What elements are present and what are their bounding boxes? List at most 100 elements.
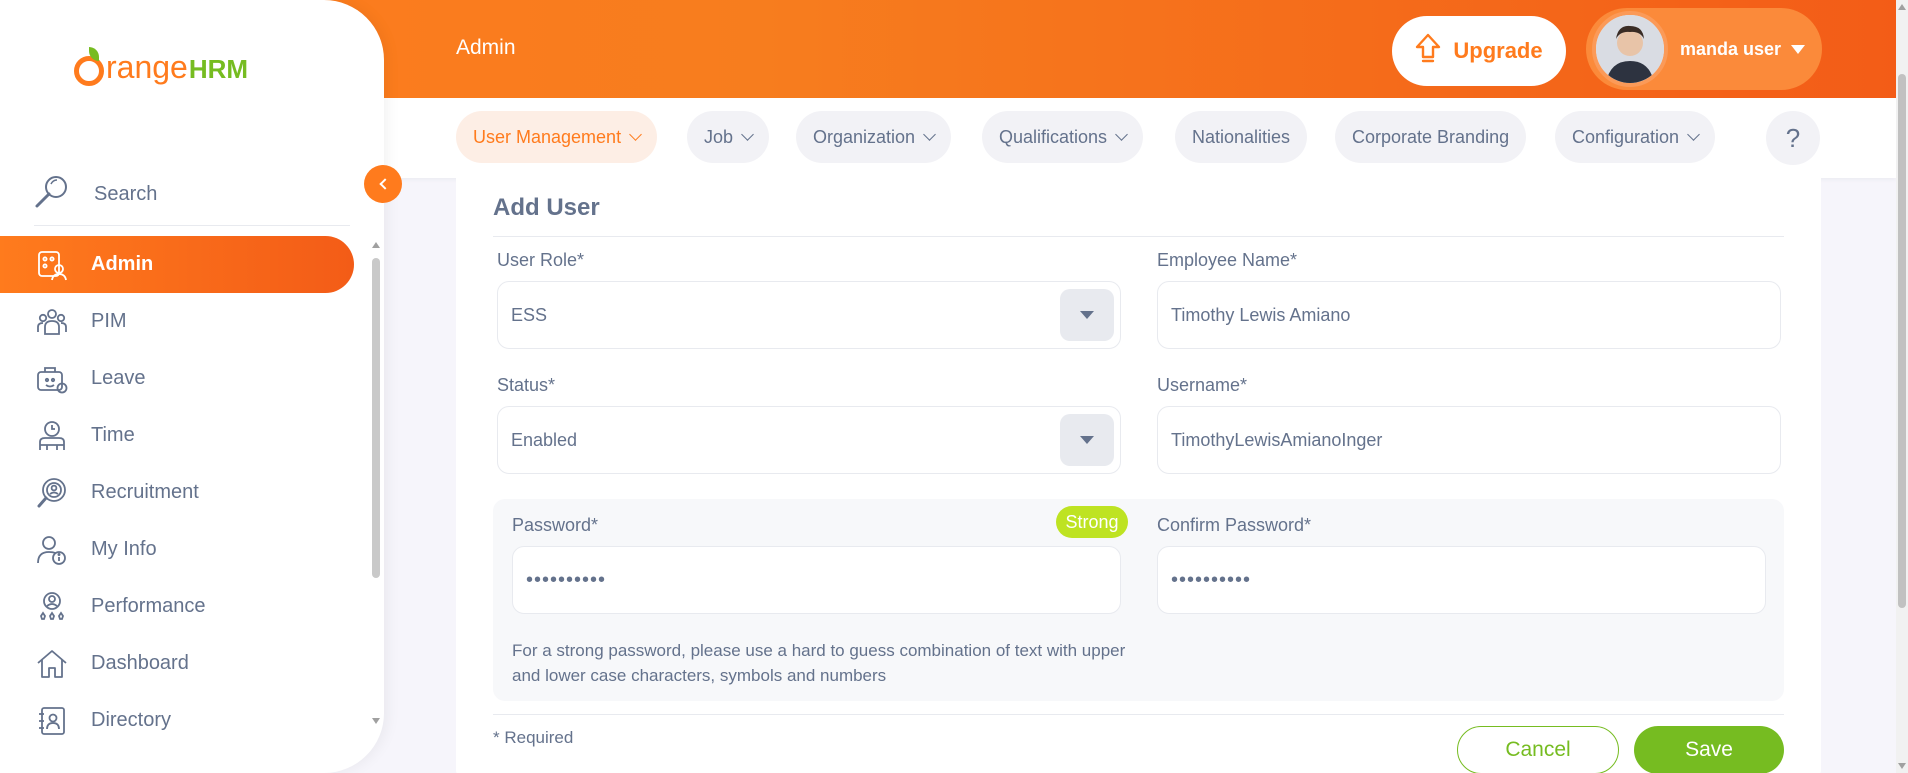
- sidebar-item-leave[interactable]: Leave: [0, 350, 354, 407]
- scroll-down-icon[interactable]: [372, 718, 380, 724]
- tab-corporate-branding[interactable]: Corporate Branding: [1335, 111, 1527, 163]
- tab-label: Corporate Branding: [1352, 126, 1510, 147]
- leave-icon: [34, 361, 70, 397]
- chevron-down-icon: [923, 128, 936, 141]
- time-icon: [34, 418, 70, 454]
- sidebar-item-label: PIM: [91, 310, 127, 332]
- user-role-select[interactable]: ESS: [497, 281, 1121, 349]
- user-role-value: ESS: [511, 304, 548, 325]
- employee-name-label: Employee Name*: [1157, 250, 1298, 270]
- tab-label: User Management: [473, 126, 622, 147]
- tab-nationalities[interactable]: Nationalities: [1175, 111, 1308, 163]
- password-label: Password*: [512, 515, 599, 535]
- scroll-up-icon[interactable]: [1898, 4, 1906, 10]
- scroll-up-icon[interactable]: [372, 242, 380, 248]
- tab-job[interactable]: Job: [687, 111, 770, 163]
- divider: [493, 236, 1784, 237]
- chevron-left-icon: [379, 178, 391, 190]
- sidebar-item-label: Admin: [91, 253, 154, 275]
- sidebar-collapse-button[interactable]: [364, 165, 402, 203]
- caret-down-icon: [1080, 311, 1094, 319]
- status-value: Enabled: [511, 429, 578, 450]
- sidebar-search[interactable]: Search: [34, 164, 350, 226]
- username-input[interactable]: TimothyLewisAmianoInger: [1157, 406, 1781, 474]
- page-scrollbar[interactable]: [1896, 0, 1908, 773]
- sidebar-item-performance[interactable]: Performance: [0, 578, 354, 635]
- tab-user-management[interactable]: User Management: [456, 111, 658, 163]
- scrollbar-thumb[interactable]: [1898, 74, 1906, 608]
- sidebar-item-label: My Info: [91, 538, 157, 560]
- dropdown-toggle[interactable]: [1060, 414, 1114, 466]
- save-button[interactable]: Save: [1634, 726, 1784, 773]
- tab-configuration[interactable]: Configuration: [1555, 111, 1716, 163]
- scrollbar-thumb[interactable]: [372, 258, 380, 578]
- admin-icon: [34, 247, 70, 283]
- logo-suffix: HRM: [188, 53, 249, 84]
- chevron-down-icon: [629, 128, 642, 141]
- confirm-password-input[interactable]: ••••••••••: [1157, 546, 1766, 614]
- sidebar-item-label: Performance: [91, 595, 206, 617]
- sidebar-item-time[interactable]: Time: [0, 407, 354, 464]
- sidebar-item-label: Directory: [91, 709, 172, 731]
- status-label: Status*: [497, 375, 556, 395]
- orangehrm-logo[interactable]: range HRM: [74, 47, 249, 86]
- search-icon: [34, 174, 70, 215]
- tab-label: Qualifications: [999, 126, 1108, 147]
- user-name: manda user: [1680, 38, 1782, 59]
- search-label: Search: [94, 183, 158, 205]
- chevron-down-icon: [1687, 128, 1700, 141]
- user-role-label: User Role*: [497, 250, 585, 270]
- sidebar-item-admin[interactable]: Admin: [0, 236, 354, 293]
- scroll-down-icon[interactable]: [1898, 763, 1906, 769]
- sidebar-item-label: Time: [91, 424, 135, 446]
- upgrade-arrow-icon: [1415, 33, 1441, 69]
- password-input[interactable]: ••••••••••: [512, 546, 1121, 614]
- chevron-down-icon: [1115, 128, 1128, 141]
- sidebar-menu: Admin PIM Leave Time Recruitment My Info…: [0, 236, 354, 749]
- tab-label: Organization: [813, 126, 916, 147]
- tab-label: Job: [704, 126, 734, 147]
- logo-mark-icon: [74, 47, 104, 86]
- confirm-password-value: ••••••••••: [1171, 568, 1252, 591]
- sidebar-item-directory[interactable]: Directory: [0, 692, 354, 749]
- logo-text: range: [106, 48, 188, 85]
- form-title: Add User: [493, 194, 600, 221]
- user-dropdown[interactable]: manda user: [1586, 8, 1822, 90]
- password-hint: For a strong password, please use a hard…: [512, 641, 1126, 685]
- performance-icon: [34, 589, 70, 625]
- required-note: * Required: [493, 728, 574, 747]
- dashboard-icon: [34, 646, 70, 682]
- upgrade-button[interactable]: Upgrade: [1392, 16, 1566, 86]
- recruitment-icon: [34, 475, 70, 511]
- sidebar-item-recruitment[interactable]: Recruitment: [0, 464, 354, 521]
- employee-name-value: Timothy Lewis Amiano: [1171, 304, 1351, 325]
- sidebar-item-my-info[interactable]: My Info: [0, 521, 354, 578]
- sidebar-scrollbar[interactable]: [370, 240, 382, 726]
- tab-qualifications[interactable]: Qualifications: [982, 111, 1144, 163]
- tab-label: Configuration: [1572, 126, 1680, 147]
- tab-label: Nationalities: [1192, 126, 1291, 147]
- sidebar-item-dashboard[interactable]: Dashboard: [0, 635, 354, 692]
- sidebar-item-pim[interactable]: PIM: [0, 293, 354, 350]
- dropdown-toggle[interactable]: [1060, 289, 1114, 341]
- employee-name-input[interactable]: Timothy Lewis Amiano: [1157, 281, 1781, 349]
- status-select[interactable]: Enabled: [497, 406, 1121, 474]
- username-label: Username*: [1157, 375, 1248, 395]
- avatar: [1592, 11, 1668, 87]
- divider: [493, 714, 1784, 715]
- add-user-card: Add User User Role* ESS Employee Name* T…: [456, 178, 1821, 773]
- sidebar-item-label: Dashboard: [91, 652, 189, 674]
- sidebar-item-label: Recruitment: [91, 481, 199, 503]
- sidebar-item-label: Leave: [91, 367, 146, 389]
- username-value: TimothyLewisAmianoInger: [1171, 429, 1383, 450]
- page-title: Admin: [456, 36, 516, 59]
- directory-icon: [34, 703, 70, 739]
- pim-icon: [34, 304, 70, 340]
- cancel-button[interactable]: Cancel: [1457, 726, 1619, 773]
- sidebar: range HRM Search Admin PIM Leave Time Re…: [0, 0, 384, 773]
- tab-organization[interactable]: Organization: [796, 111, 952, 163]
- password-strength-badge: Strong: [1056, 506, 1128, 538]
- help-button[interactable]: ?: [1766, 111, 1820, 165]
- confirm-password-label: Confirm Password*: [1157, 515, 1312, 535]
- password-value: ••••••••••: [526, 568, 607, 591]
